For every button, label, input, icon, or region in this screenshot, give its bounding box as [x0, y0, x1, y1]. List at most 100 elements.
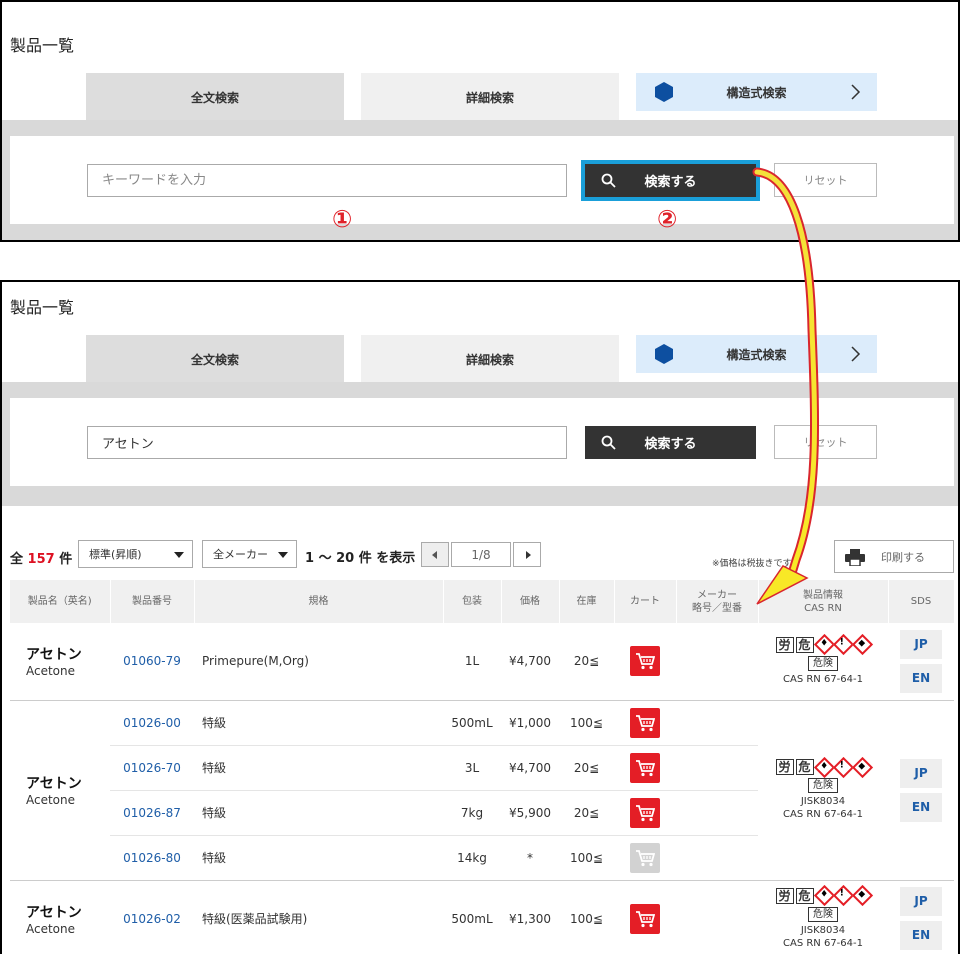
add-to-cart-button[interactable]: [630, 752, 660, 783]
package-cell: 7kg: [443, 790, 501, 836]
caret-down-icon: [174, 552, 184, 558]
step-marker-1: ①: [332, 205, 353, 233]
prev-page-button[interactable]: [421, 542, 449, 567]
tab-structure-search[interactable]: 構造式検索: [636, 335, 877, 373]
product-number-link[interactable]: 01026-87: [110, 790, 194, 836]
sds-en-button[interactable]: EN: [900, 663, 942, 693]
sds-jp-button[interactable]: JP: [900, 758, 942, 788]
col-header: 製品情報 CAS RN: [758, 580, 889, 623]
search-button-label: 検索する: [644, 437, 697, 452]
page-title: 製品一覧: [10, 298, 75, 317]
sds-en-button[interactable]: EN: [900, 921, 942, 950]
col-header-line: CAS RN: [804, 602, 842, 614]
tab-structure-search[interactable]: 構造式検索: [636, 73, 877, 111]
danger-label: 危険: [808, 906, 838, 922]
tab-detail-search[interactable]: 詳細検索: [361, 335, 619, 383]
maker-cell: [676, 835, 758, 881]
keyword-input[interactable]: [87, 426, 567, 459]
health-hazard-pictogram-icon: ◆: [851, 756, 873, 778]
spec-cell: 特級(医薬品試験用): [194, 880, 443, 954]
package-cell: 500mL: [443, 880, 501, 954]
stock-cell: 20≦: [559, 623, 614, 701]
col-header: 在庫: [559, 580, 615, 623]
stock-cell: 100≦: [559, 880, 614, 954]
product-number-link[interactable]: 01026-70: [110, 745, 194, 791]
col-header: 製品名（英名): [10, 580, 111, 623]
labor-law-icon: 労: [775, 636, 794, 653]
search-box: 検索する リセット: [10, 398, 954, 486]
col-header: 製品番号: [110, 580, 195, 623]
result-count-prefix: 全: [10, 552, 28, 567]
search-button[interactable]: 検索する: [585, 426, 756, 459]
spec-cell: 特級: [194, 790, 443, 836]
caret-down-icon: [278, 552, 288, 558]
col-header: 価格: [501, 580, 560, 623]
product-number-link[interactable]: 01026-00: [110, 700, 194, 746]
sort-select[interactable]: 標準(昇順): [78, 540, 193, 568]
maker-cell: [676, 745, 758, 791]
sort-select-value: 標準(昇順): [89, 548, 142, 561]
tab-fulltext-search[interactable]: 全文検索: [86, 335, 344, 383]
hazard-icons: 労 危 ♦ ! ◆: [775, 884, 873, 907]
add-to-cart-button[interactable]: [630, 707, 660, 738]
package-cell: 3L: [443, 745, 501, 791]
flame-pictogram-icon: ♦: [813, 884, 835, 907]
sds-cell: JP EN: [888, 880, 954, 954]
hazard-icons: 労 危 ♦ ! ◆: [775, 634, 873, 656]
stock-cell: 20≦: [559, 745, 614, 791]
price-cell: ¥4,700: [501, 623, 559, 701]
tab-detail-search[interactable]: 詳細検索: [361, 73, 619, 121]
product-number-link[interactable]: 01026-80: [110, 835, 194, 881]
cart-cell: [614, 835, 676, 881]
result-count-number: 157: [27, 552, 55, 567]
page-indicator[interactable]: 1/8: [451, 542, 511, 567]
maker-cell: [676, 700, 758, 746]
product-info-cell: 労 危 ♦ ! ◆ 危険 CAS RN 67-64-1: [758, 623, 888, 701]
product-number-link[interactable]: 01026-02: [110, 880, 194, 954]
search-area: 検索する リセット: [2, 120, 958, 240]
tax-note: ※価格は税抜きです。: [712, 559, 800, 569]
add-to-cart-button[interactable]: [630, 797, 660, 828]
spec-cell: 特級: [194, 745, 443, 791]
package-cell: 500mL: [443, 700, 501, 746]
sds-cell: JP EN: [888, 700, 954, 881]
next-page-button[interactable]: [513, 542, 541, 567]
price-cell: *: [501, 835, 559, 881]
product-info-cell: 労 危 ♦ ! ◆ 危険 JISK8034 CAS RN 67-64-1: [758, 700, 888, 881]
product-name-cell: アセトン Acetone: [10, 700, 110, 881]
table-row: アセトン Acetone 01060-79 Primepure(M,Org) 1L ¥4…: [10, 623, 954, 701]
tab-structure-label: 構造式検索: [726, 347, 787, 362]
result-count: 全 157 件: [10, 548, 72, 567]
cart-cell: [614, 623, 676, 701]
search-button[interactable]: 検索する: [581, 160, 760, 201]
sds-jp-button[interactable]: JP: [900, 887, 942, 916]
search-button-label: 検索する: [644, 175, 697, 190]
cas-number: CAS RN 67-64-1: [783, 937, 863, 949]
maker-select-value: 全メーカー: [213, 548, 268, 561]
labor-law-icon: 労: [775, 887, 794, 904]
reset-button[interactable]: リセット: [774, 425, 877, 459]
maker-select[interactable]: 全メーカー: [202, 540, 297, 568]
sds-jp-button[interactable]: JP: [900, 629, 942, 659]
add-to-cart-button[interactable]: [630, 903, 660, 934]
exclamation-pictogram-icon: !: [832, 884, 854, 907]
reset-button[interactable]: リセット: [774, 163, 877, 197]
table-row: アセトン Acetone 01026-00 特級 500mL ¥1,000 100≦ 労 …: [10, 700, 954, 881]
product-number-link[interactable]: 01060-79: [110, 623, 194, 701]
maker-cell: [676, 880, 758, 954]
print-button[interactable]: 印刷する: [834, 540, 954, 573]
col-header: 規格: [194, 580, 444, 623]
chevron-right-icon: [851, 346, 861, 362]
add-to-cart-button[interactable]: [630, 646, 660, 677]
tab-fulltext-search[interactable]: 全文検索: [86, 73, 344, 121]
hazard-law-icon: 危: [795, 887, 814, 904]
keyword-input[interactable]: [87, 164, 567, 197]
health-hazard-pictogram-icon: ◆: [851, 884, 873, 907]
danger-label: 危険: [808, 778, 838, 793]
col-header: メーカー 略号／型番: [676, 580, 759, 623]
results-toolbar: 全 157 件 標準(昇順) 全メーカー 1 ～ 20 件 を表示 1/8 ※価…: [2, 540, 958, 574]
spec-cell: Primepure(M,Org): [194, 623, 443, 701]
sds-en-button[interactable]: EN: [900, 792, 942, 822]
product-name-jp: アセトン: [26, 904, 82, 921]
printer-icon: [845, 549, 865, 566]
